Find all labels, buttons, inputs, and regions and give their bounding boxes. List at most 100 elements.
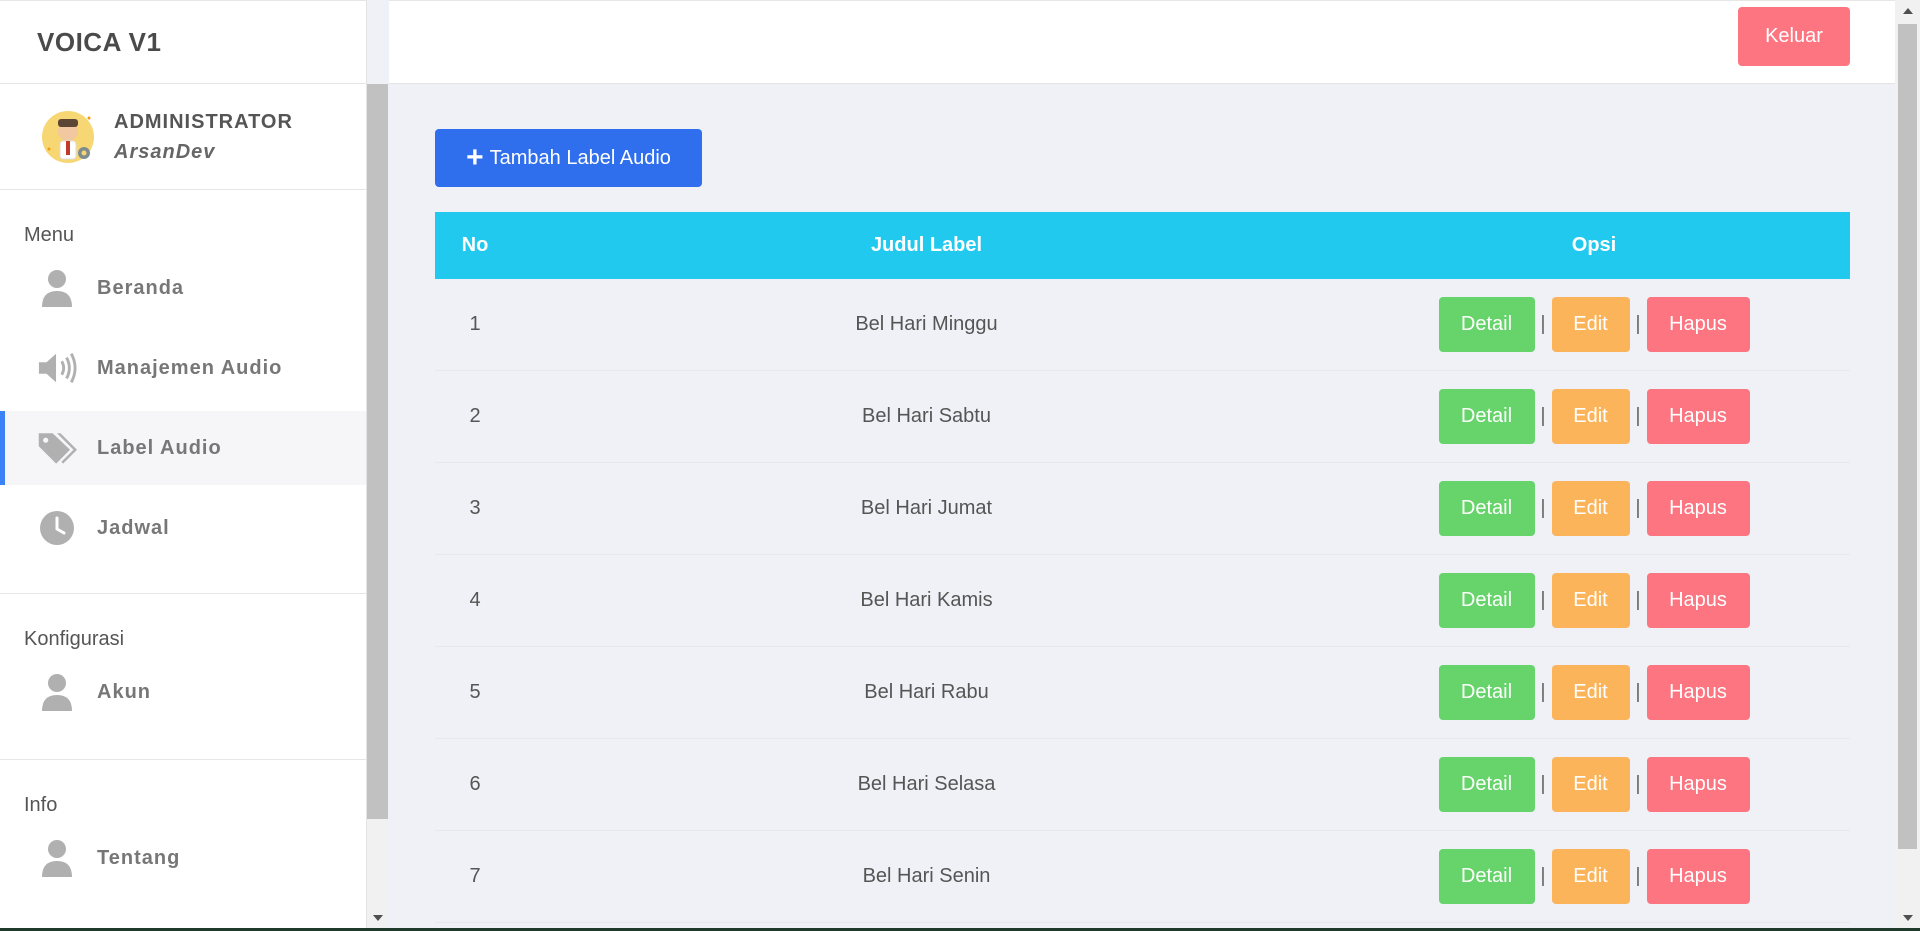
row-number: 1 [469,313,481,335]
sidebar-item-label: Label Audio [97,436,222,459]
row-title: Bel Hari Minggu [855,313,998,335]
top-bar: Keluar [389,0,1895,84]
detail-button[interactable]: Detail [1438,757,1535,812]
header-no: No [461,234,489,256]
user-icon [37,268,77,308]
action-separator: | [1635,589,1641,611]
table-body: 1 Bel Hari Minggu Detail | Edit | Hapus 2 Bel Ha… [435,279,1850,923]
action-separator: | [1540,313,1546,335]
delete-button[interactable]: Hapus [1646,573,1750,628]
delete-button[interactable]: Hapus [1646,481,1750,536]
row-number: 2 [469,405,481,427]
delete-button[interactable]: Hapus [1646,389,1750,444]
delete-button[interactable]: Hapus [1646,665,1750,720]
action-separator: | [1540,865,1546,887]
user-name: ArsanDev [114,140,216,163]
detail-button[interactable]: Detail [1438,849,1535,904]
action-separator: | [1540,497,1546,519]
edit-button[interactable]: Edit [1551,389,1630,444]
delete-button[interactable]: Hapus [1646,297,1750,352]
sidebar-item-label: Manajemen Audio [97,356,283,379]
add-label-audio-button[interactable]: + Tambah Label Audio [435,129,702,187]
header-judul-label: Judul Label [870,234,983,256]
user-icon [37,838,77,878]
row-actions: Detail | Edit | Hapus [1338,389,1850,444]
header-opsi: Opsi [1571,234,1617,256]
sidebar-divider [0,593,366,594]
sidebar-item-label: Jadwal [97,516,170,539]
section-title-menu: Menu [24,224,75,246]
edit-button[interactable]: Edit [1551,573,1630,628]
tags-icon [37,428,77,468]
edit-button[interactable]: Edit [1551,757,1630,812]
table-row: 7 Bel Hari Senin Detail | Edit | Hapus [435,831,1850,923]
user-role: ADMINISTRATOR [114,110,293,133]
row-number: 7 [469,865,481,887]
page-scrollbar-thumb[interactable] [1898,24,1917,849]
table-row: 6 Bel Hari Selasa Detail | Edit | Hapus [435,739,1850,831]
app-title: VOICA V1 [37,26,162,57]
table-row: 1 Bel Hari Minggu Detail | Edit | Hapus [435,279,1850,371]
sidebar-divider [0,759,366,760]
action-separator: | [1635,681,1641,703]
action-separator: | [1635,773,1641,795]
action-separator: | [1540,405,1546,427]
logout-button[interactable]: Keluar [1738,7,1850,66]
sidebar-item-jadwal[interactable]: Jadwal [0,491,366,565]
sidebar-item-label: Akun [97,680,151,703]
action-separator: | [1540,773,1546,795]
table-row: 4 Bel Hari Kamis Detail | Edit | Hapus [435,555,1850,647]
detail-button[interactable]: Detail [1438,297,1535,352]
label-audio-table: No Judul Label Opsi 1 Bel Hari Minggu Deta… [435,212,1850,923]
section-title-info: Info [24,794,58,816]
edit-button[interactable]: Edit [1551,481,1630,536]
page-scrollbar[interactable] [1895,0,1920,931]
sidebar-item-label: Beranda [97,276,185,299]
row-number: 3 [469,497,481,519]
delete-button[interactable]: Hapus [1646,849,1750,904]
sidebar-item-beranda[interactable]: Beranda [0,251,366,325]
row-number: 5 [469,681,481,703]
scroll-down-arrow-icon[interactable] [1903,915,1913,921]
delete-button[interactable]: Hapus [1646,757,1750,812]
user-icon [37,672,77,712]
row-title: Bel Hari Kamis [860,589,993,611]
action-separator: | [1635,405,1641,427]
sidebar-item-tentang[interactable]: Tentang [0,821,366,895]
table-header: No Judul Label Opsi [435,212,1850,279]
sidebar: VOICA V1 ADMINISTRATOR ArsanDev Menu Ber… [0,0,367,931]
user-profile: ADMINISTRATOR ArsanDev [0,84,366,190]
table-row: 3 Bel Hari Jumat Detail | Edit | Hapus [435,463,1850,555]
scroll-down-arrow-icon[interactable] [373,915,383,921]
scroll-up-arrow-icon[interactable] [1903,8,1913,14]
detail-button[interactable]: Detail [1438,665,1535,720]
row-title: Bel Hari Senin [862,865,991,887]
section-title-konfigurasi: Konfigurasi [24,628,125,650]
edit-button[interactable]: Edit [1551,665,1630,720]
detail-button[interactable]: Detail [1438,573,1535,628]
brand-header: VOICA V1 [0,0,366,84]
row-actions: Detail | Edit | Hapus [1338,481,1850,536]
row-title: Bel Hari Rabu [864,681,989,703]
sidebar-item-akun[interactable]: Akun [0,655,366,729]
detail-button[interactable]: Detail [1438,481,1535,536]
edit-button[interactable]: Edit [1551,297,1630,352]
row-actions: Detail | Edit | Hapus [1338,849,1850,904]
action-separator: | [1635,865,1641,887]
row-number: 4 [469,589,481,611]
sidebar-scrollbar[interactable] [367,84,388,931]
row-actions: Detail | Edit | Hapus [1338,665,1850,720]
row-number: 6 [469,773,481,795]
sidebar-item-label: Tentang [97,846,181,869]
action-separator: | [1635,313,1641,335]
sidebar-item-manajemen-audio[interactable]: Manajemen Audio [0,331,366,405]
sidebar-scrollbar-thumb[interactable] [367,84,388,819]
action-separator: | [1540,589,1546,611]
edit-button[interactable]: Edit [1551,849,1630,904]
sidebar-item-label-audio[interactable]: Label Audio [0,411,366,485]
row-title: Bel Hari Selasa [857,773,996,795]
detail-button[interactable]: Detail [1438,389,1535,444]
sidebar-scroll-area: ADMINISTRATOR ArsanDev Menu Beranda Mana… [0,84,367,931]
table-row: 5 Bel Hari Rabu Detail | Edit | Hapus [435,647,1850,739]
speaker-icon [37,348,77,388]
